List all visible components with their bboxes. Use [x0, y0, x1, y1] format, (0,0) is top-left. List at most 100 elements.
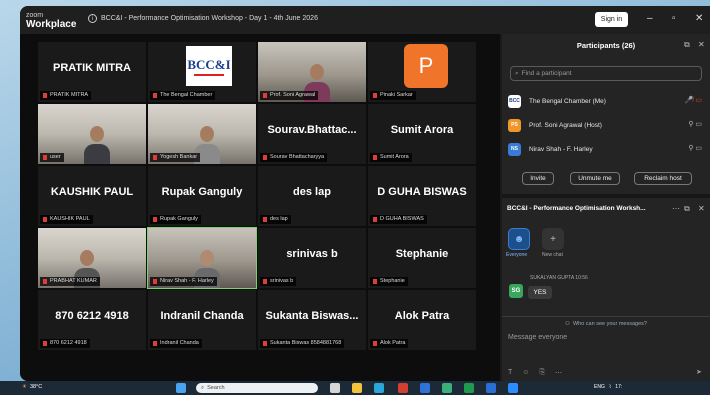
more-options-icon[interactable]: ⋯ [555, 369, 562, 377]
message-bubble: YES [528, 286, 552, 299]
participant-row-name: Prof. Soni Agrawal (Host) [529, 121, 602, 129]
participant-tile[interactable]: Alok Patra Alok Patra [368, 290, 476, 350]
everyone-tab[interactable]: ☻ [508, 228, 530, 250]
taskbar-search-placeholder: Search [207, 385, 225, 391]
close-panel-icon[interactable]: ✕ [698, 40, 705, 49]
reclaim-host-button[interactable]: Reclaim host [634, 172, 692, 185]
bcc-logo: BCC&I [186, 46, 232, 86]
weather-icon: ☀ [22, 384, 27, 390]
participant-tile[interactable]: Sukanta Biswas... Sukanta Biswas 8584881… [258, 290, 366, 350]
popout-icon[interactable]: ⧉ [684, 204, 690, 214]
people-icon: ⚇ [565, 320, 570, 327]
zoom-icon[interactable] [508, 383, 518, 393]
search-icon: ⌕ [201, 384, 205, 391]
participant-name: D GUHA BISWAS [377, 186, 467, 198]
participant-name: srinivas b [286, 248, 338, 260]
participant-tile[interactable]: 870 6212 4918 870 6212 4918 [38, 290, 146, 350]
file-explorer-icon[interactable] [352, 383, 362, 393]
participant-row[interactable]: PS Prof. Soni Agrawal (Host) ⚲ ▭ [508, 116, 704, 134]
participant-avatar: NS [508, 142, 521, 156]
video-grid: PRATIK MITRA PRATIK MITRA BCC&I The Beng… [20, 34, 500, 381]
search-placeholder: Find a participant [521, 70, 572, 77]
participant-tile[interactable]: P Pinaki Sarkar [368, 42, 476, 102]
participant-tile[interactable]: Sourav.Bhattac... Sourav Bhattacharyya [258, 104, 366, 164]
minimize-icon[interactable]: – [647, 13, 653, 24]
participant-label: Prof. Soni Agrawal [260, 91, 319, 100]
participant-tile[interactable]: Sumit Arora Sumit Arora [368, 104, 476, 164]
participant-tile[interactable]: PRATIK MITRA PRATIK MITRA [38, 42, 146, 102]
windows-taskbar: ☀ 38°C ⌕ Search ENG ⌇ 17: [0, 381, 710, 395]
participant-label: Sourav Bhattacharyya [260, 153, 328, 162]
participant-label: des lap [260, 215, 291, 224]
send-icon[interactable]: ➤ [696, 368, 702, 376]
excel-icon[interactable] [464, 383, 474, 393]
participant-video-tile[interactable]: PRABHAT KUMAR [38, 228, 146, 288]
app-icon[interactable] [398, 383, 408, 393]
participant-tile[interactable]: D GUHA BISWAS D GUHA BISWAS [368, 166, 476, 226]
zoom-logo: zoom Workplace [26, 11, 77, 30]
participant-tile[interactable]: srinivas b srinivas b [258, 228, 366, 288]
participant-label: Stephanie [370, 277, 408, 286]
bcc-logo-text: BCC&I [187, 56, 231, 72]
invite-button[interactable]: Invite [522, 172, 554, 185]
clock[interactable]: 17: [615, 384, 622, 390]
participant-name: KAUSHIK PAUL [50, 186, 134, 198]
participant-video-tile-active[interactable]: Nirav Shah - F. Harley [147, 227, 257, 289]
chat-message-input[interactable]: Message everyone [508, 334, 567, 341]
zoom-window: zoom Workplace i BCC&I - Performance Opt… [20, 6, 710, 381]
app-icon[interactable] [442, 383, 452, 393]
edge-icon[interactable] [374, 383, 384, 393]
taskbar-search-input[interactable]: ⌕ Search [196, 383, 318, 393]
participant-avatar: P [404, 44, 448, 88]
mic-muted-icon: 🎤̸ ▭ [684, 97, 702, 104]
task-view-icon[interactable] [330, 383, 340, 393]
logo-line2: Workplace [26, 19, 77, 30]
participant-tile[interactable]: Stephanie Stephanie [368, 228, 476, 288]
participant-name: Alok Patra [394, 310, 450, 322]
participant-name: des lap [293, 186, 331, 198]
weather-temp: 38°C [29, 384, 43, 390]
participant-video-tile[interactable]: Yogesh Bankar [148, 104, 256, 164]
start-icon[interactable] [176, 383, 186, 393]
title-bar: zoom Workplace i BCC&I - Performance Opt… [20, 6, 710, 34]
sender-avatar: SG [509, 284, 523, 298]
participant-tile[interactable]: Indranil Chanda Indranil Chanda [148, 290, 256, 350]
more-icon[interactable]: ⋯ [672, 204, 680, 213]
participant-label: PRATIK MITRA [40, 91, 92, 100]
app-icon[interactable] [420, 383, 430, 393]
new-chat-icon[interactable]: + [542, 228, 564, 250]
participant-tile[interactable]: des lap des lap [258, 166, 366, 226]
weather-widget[interactable]: ☀ 38°C [22, 384, 42, 390]
emoji-icon[interactable]: ☺ [522, 369, 529, 377]
participant-tile[interactable]: KAUSHIK PAUL KAUSHIK PAUL [38, 166, 146, 226]
participant-avatar: PS [508, 118, 521, 132]
meeting-info[interactable]: i BCC&I - Performance Optimisation Works… [88, 14, 318, 23]
close-icon[interactable]: ✕ [695, 13, 703, 24]
participant-search-input[interactable]: ⌕ Find a participant [510, 66, 702, 81]
maximize-icon[interactable]: ▫ [672, 13, 676, 24]
unmute-me-button[interactable]: Unmute me [570, 172, 620, 185]
language-indicator[interactable]: ENG [594, 384, 605, 390]
participant-tile[interactable]: BCC&I The Bengal Chamber [148, 42, 256, 102]
participant-video-tile[interactable]: user [38, 104, 146, 164]
participant-video-tile[interactable]: Prof. Soni Agrawal [258, 42, 366, 102]
attach-icon[interactable]: ⎘ [539, 369, 545, 377]
popout-icon[interactable]: ⧉ [684, 40, 690, 50]
meeting-title: BCC&I - Performance Optimisation Worksho… [101, 15, 318, 22]
new-chat-tab-label: New chat [542, 252, 563, 258]
network-icon[interactable]: ⌇ [609, 384, 611, 390]
sign-in-button[interactable]: Sign in [595, 12, 628, 27]
participant-name: 870 6212 4918 [55, 310, 129, 322]
word-icon[interactable] [486, 383, 496, 393]
participant-row[interactable]: BCC The Bengal Chamber (Me) 🎤̸ ▭ [508, 92, 704, 110]
format-icon[interactable]: T [508, 369, 512, 377]
who-can-see-link[interactable]: ⚇ Who can see your messages? [502, 316, 710, 330]
close-chat-icon[interactable]: ✕ [698, 204, 705, 213]
participant-row[interactable]: NS Nirav Shah - F. Harley ⚲ ▭ [508, 140, 704, 158]
desktop: zoom Workplace i BCC&I - Performance Opt… [0, 0, 710, 395]
info-icon[interactable]: i [88, 14, 97, 23]
participant-label: D GUHA BISWAS [370, 215, 427, 224]
participant-name: Sourav.Bhattac... [267, 124, 357, 136]
participant-label: The Bengal Chamber [150, 91, 216, 100]
participant-tile[interactable]: Rupak Ganguly Rupak Ganguly [148, 166, 256, 226]
